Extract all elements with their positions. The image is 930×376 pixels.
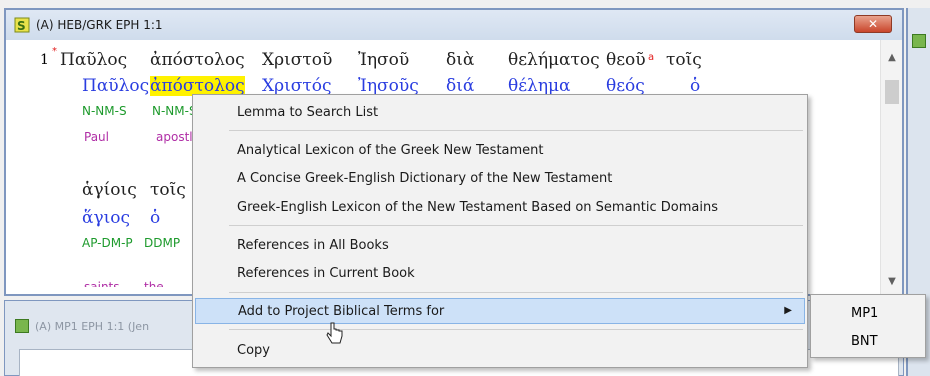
menu-separator (229, 130, 803, 131)
lemma-word[interactable]: θέλημα (508, 76, 571, 96)
menu-item-label: Analytical Lexicon of the Greek New Test… (237, 142, 544, 158)
lemma-word[interactable]: ὁ (150, 208, 160, 228)
verse-note-marker[interactable]: * (52, 46, 57, 57)
footnote-marker[interactable]: a (648, 52, 654, 63)
app-logo-icon: S (14, 17, 30, 33)
context-menu: Lemma to Search List Analytical Lexicon … (192, 94, 808, 368)
greek-word[interactable]: τοῖς (150, 180, 186, 200)
menu-item-semantic-domains-lexicon[interactable]: Greek-English Lexicon of the New Testame… (195, 194, 805, 220)
greek-word[interactable]: Ἰησοῦ (358, 50, 409, 70)
parsing-code: N-NM-S (152, 104, 197, 118)
lemma-word[interactable]: Παῦλος (82, 76, 149, 96)
parsing-code: AP-DM-P (82, 236, 133, 250)
menu-separator (229, 329, 803, 330)
greek-word[interactable]: διὰ (446, 50, 474, 70)
greek-word[interactable]: τοῖς (666, 50, 702, 70)
menu-item-label: Copy (237, 342, 270, 358)
menu-item-concise-dictionary[interactable]: A Concise Greek-English Dictionary of th… (195, 165, 805, 191)
lemma-word[interactable]: Ἰησοῦς (358, 76, 419, 96)
project-icon (912, 34, 926, 48)
scroll-up-icon[interactable]: ▲ (881, 48, 903, 66)
greek-word[interactable]: θελήματος (508, 50, 600, 70)
menu-item-label: References in Current Book (237, 265, 415, 281)
menu-item-label: References in All Books (237, 237, 389, 253)
lemma-word[interactable]: ὁ (690, 76, 700, 96)
menu-separator (229, 292, 803, 293)
window-title: (A) HEB/GRK EPH 1:1 (36, 18, 163, 32)
submenu-arrow-icon: ▶ (784, 305, 792, 316)
greek-word[interactable]: Χριστοῦ (262, 50, 332, 70)
project-window-title: (A) MP1 EPH 1:1 (Jen (35, 319, 150, 333)
lemma-word[interactable]: θεός (606, 76, 645, 96)
greek-word[interactable]: θεοῦ (606, 50, 646, 70)
greek-word[interactable]: ἁγίοις (82, 180, 137, 200)
menu-item-label: Greek-English Lexicon of the New Testame… (237, 199, 718, 215)
greek-word[interactable]: ἀπόστολος (150, 50, 245, 70)
menu-item-copy[interactable]: Copy (195, 337, 805, 363)
biblical-terms-submenu: MP1 BNT (810, 294, 926, 358)
parsing-code: N-NM-S (82, 104, 127, 118)
interlinear-titlebar[interactable]: S (A) HEB/GRK EPH 1:1 (6, 10, 902, 40)
menu-item-analytical-lexicon[interactable]: Analytical Lexicon of the Greek New Test… (195, 137, 805, 163)
menu-item-label: Lemma to Search List (237, 104, 379, 120)
project-icon (15, 319, 29, 333)
close-button[interactable]: ✕ (854, 15, 892, 33)
hand-cursor-icon (326, 322, 343, 344)
verse-number: 1 (40, 52, 49, 68)
project-titlebar[interactable]: (A) MP1 EPH 1:1 (Jen (15, 319, 149, 333)
submenu-item-mp1[interactable]: MP1 (851, 303, 878, 323)
menu-separator (229, 225, 803, 226)
lemma-word[interactable]: διά (446, 76, 474, 96)
lemma-word[interactable]: ἅγιος (82, 208, 130, 228)
lemma-word[interactable]: Χριστός (262, 76, 332, 96)
menu-item-add-to-project-biblical-terms[interactable]: Add to Project Biblical Terms for ▶ (195, 298, 805, 324)
parsing-code: DDMP (144, 236, 181, 250)
menu-item-label: A Concise Greek-English Dictionary of th… (237, 170, 613, 186)
menu-item-references-all-books[interactable]: References in All Books (195, 232, 805, 258)
menu-item-label: Add to Project Biblical Terms for (238, 303, 445, 319)
submenu-item-bnt[interactable]: BNT (851, 331, 878, 351)
scroll-thumb[interactable] (885, 80, 899, 104)
gloss-word: Paul (84, 130, 109, 144)
vertical-scrollbar[interactable]: ▲ ▼ (880, 40, 902, 294)
greek-word[interactable]: Παῦλος (60, 50, 127, 70)
svg-text:S: S (17, 19, 26, 33)
lemma-word-selected[interactable]: ἀπόστολος (150, 76, 245, 96)
menu-item-lemma-to-search-list[interactable]: Lemma to Search List (195, 99, 805, 125)
scroll-down-icon[interactable]: ▼ (881, 272, 903, 290)
menu-item-references-current-book[interactable]: References in Current Book (195, 260, 805, 286)
